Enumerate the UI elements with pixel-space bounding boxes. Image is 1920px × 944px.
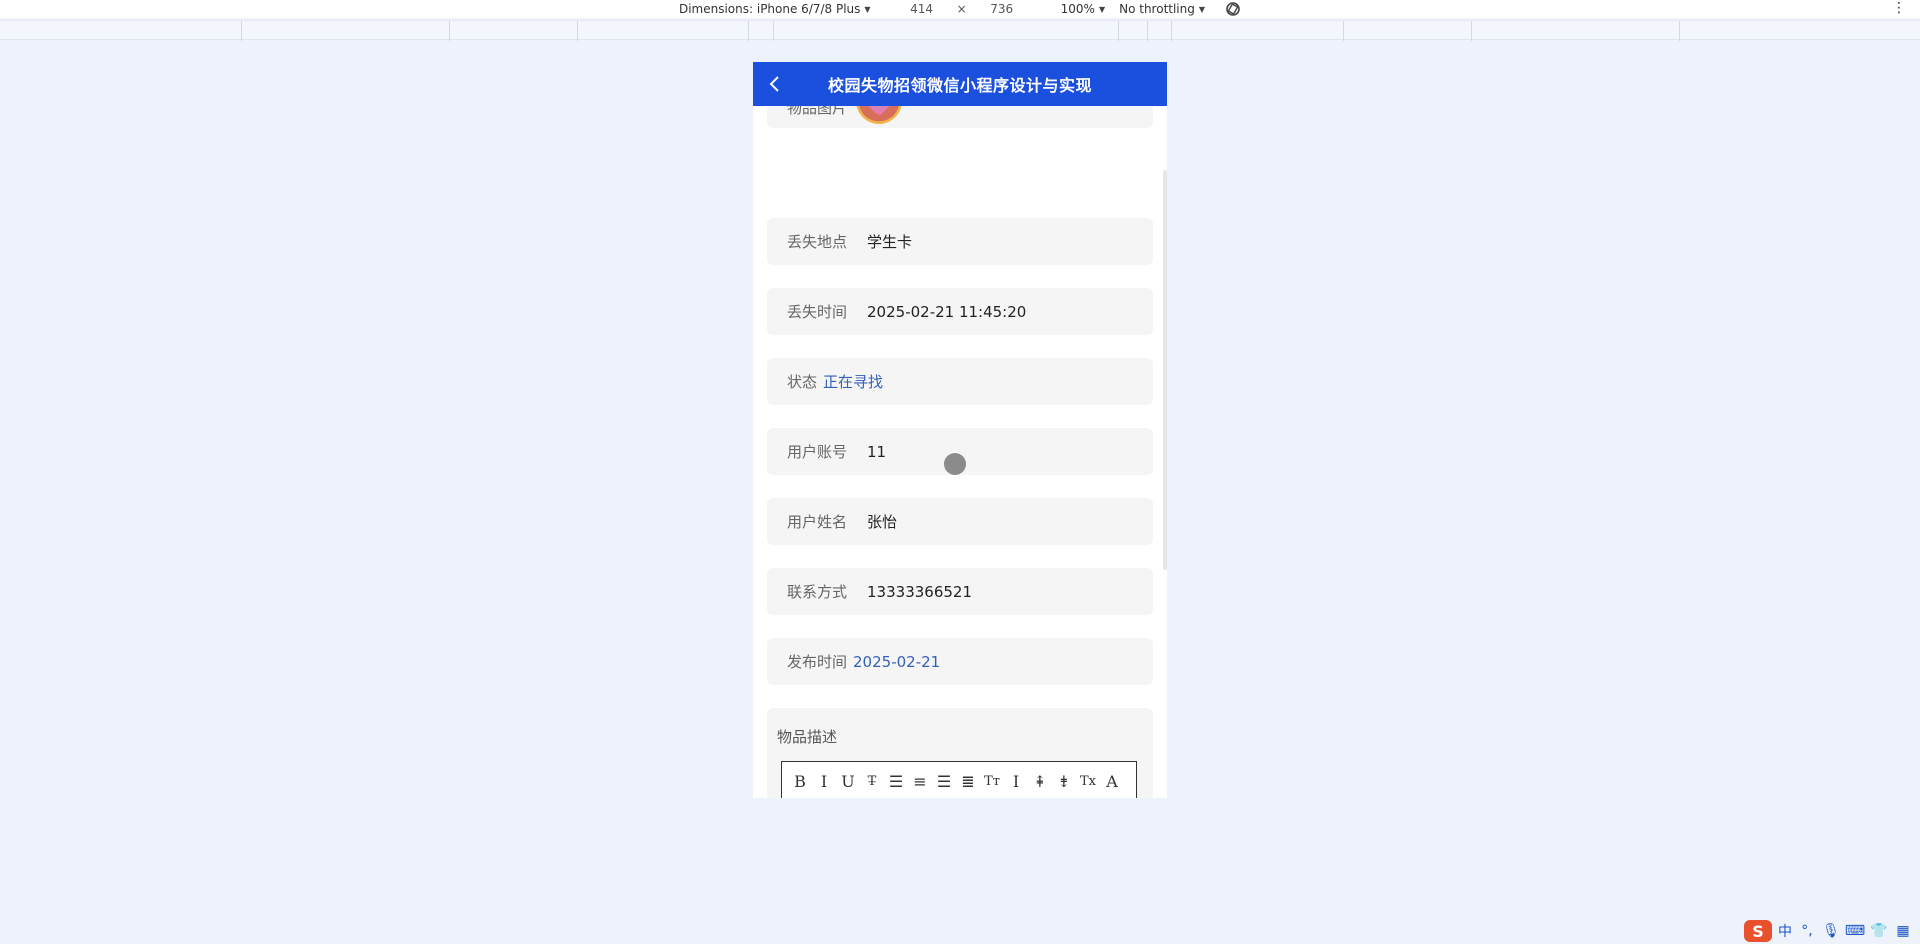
scrollbar[interactable]: [1163, 170, 1167, 570]
redo-icon[interactable]: ↷: [982, 796, 1002, 798]
chevron-down-icon: ▼: [1098, 4, 1106, 14]
item-description-section: 物品描述 BIUT̶☰≡☰≣TтⅠ⇞⇟TxAꚍTA̲A▦▤⋮≡•≡↶↷⇤⇥—▣H…: [767, 708, 1153, 798]
media-query-ruler: [0, 20, 1920, 41]
item-description-label: 物品描述: [777, 728, 838, 746]
ime-language-toggle[interactable]: 中: [1778, 921, 1792, 941]
touch-cursor: [944, 453, 966, 475]
font-color-icon[interactable]: A̲: [814, 796, 834, 798]
background-color-icon[interactable]: A: [838, 796, 858, 798]
align-center-icon[interactable]: ≡: [910, 768, 930, 794]
rotate-icon[interactable]: [1225, 1, 1241, 17]
chevron-down-icon: ▼: [1198, 4, 1206, 14]
editor-toolbar: BIUT̶☰≡☰≣TтⅠ⇞⇟TxAꚍTA̲A▦▤⋮≡•≡↶↷⇤⇥—▣H1A₂A²…: [790, 768, 1128, 798]
microphone-icon[interactable]: 🎙: [1822, 922, 1840, 940]
image-icon[interactable]: ▣: [1078, 796, 1098, 798]
date-icon[interactable]: ▦: [862, 796, 882, 798]
throttling-dropdown[interactable]: No throttling ▼: [1119, 2, 1205, 16]
bold-icon[interactable]: B: [790, 768, 810, 794]
user-account-value: 11: [867, 442, 887, 461]
lost-time-label: 丢失时间: [787, 303, 848, 321]
indent-icon[interactable]: ⇥: [1030, 796, 1050, 798]
zoom-dropdown[interactable]: 100% ▼: [1061, 2, 1105, 16]
chevron-down-icon: ▼: [864, 4, 871, 14]
publish-time-value: 2025-02-21: [853, 652, 941, 671]
item-image-label: 物品图片: [787, 106, 848, 117]
item-image-thumbnail[interactable]: [856, 106, 902, 124]
font-icon[interactable]: A: [1102, 768, 1122, 794]
lost-location-label: 丢失地点: [787, 233, 848, 251]
item-image-row: 物品图片: [767, 106, 1153, 128]
align-left-icon[interactable]: ☰: [886, 768, 906, 794]
lost-location-row: 丢失地点 学生卡: [767, 218, 1153, 265]
width-input[interactable]: 414: [897, 2, 947, 16]
times-symbol: ×: [956, 2, 967, 16]
text-size-icon[interactable]: Tт: [982, 768, 1002, 794]
mobile-viewport: 校园失物招领微信小程序设计与实现 物品图片 丢失地点 学生卡 丢失时间 2025…: [753, 62, 1167, 798]
contact-label: 联系方式: [787, 583, 848, 601]
lost-time-row: 丢失时间 2025-02-21 11:45:20: [767, 288, 1153, 335]
throttling-label: No throttling: [1119, 2, 1195, 16]
keyboard-icon[interactable]: ⌨: [1845, 922, 1865, 940]
undo-icon[interactable]: ↶: [958, 796, 978, 798]
italic-icon[interactable]: I: [814, 768, 834, 794]
outdent-icon[interactable]: ⇤: [1006, 796, 1026, 798]
contact-value: 13333366521: [867, 582, 972, 601]
bullet-list-icon[interactable]: •≡: [934, 796, 954, 798]
more-options-icon[interactable]: ⋮: [1892, 0, 1906, 16]
detail-content[interactable]: 物品图片 丢失地点 学生卡 丢失时间 2025-02-21 11:45:20 状…: [753, 106, 1167, 798]
checklist-icon[interactable]: ▤: [886, 796, 906, 798]
user-name-row: 用户姓名 张怡: [767, 498, 1153, 545]
status-row: 状态 正在寻找: [767, 358, 1153, 405]
dimensions-label: Dimensions: iPhone 6/7/8 Plus: [678, 2, 861, 16]
zoom-label: 100%: [1060, 2, 1095, 16]
user-account-label: 用户账号: [787, 443, 848, 461]
align-right-icon[interactable]: ☰: [934, 768, 954, 794]
height-input[interactable]: 736: [977, 2, 1027, 16]
status-label: 状态: [787, 373, 818, 391]
page-title: 校园失物招领微信小程序设计与实现: [827, 76, 1092, 95]
heading-icon[interactable]: H1: [1102, 796, 1122, 798]
ime-tray: S 中 °, 🎙 ⌨ 👕 ▦: [1744, 918, 1912, 944]
contact-row: 联系方式 13333366521: [767, 568, 1153, 615]
ordered-list-icon[interactable]: ⋮≡: [910, 796, 930, 798]
publish-time-row: 发布时间 2025-02-21: [767, 638, 1153, 685]
spacing-bottom-icon[interactable]: ⇟: [1054, 768, 1074, 794]
rich-text-editor[interactable]: BIUT̶☰≡☰≣TтⅠ⇞⇟TxAꚍTA̲A▦▤⋮≡•≡↶↷⇤⇥—▣H1A₂A²…: [781, 761, 1137, 798]
sogou-logo-icon[interactable]: S: [1744, 920, 1772, 942]
navigation-bar: 校园失物招领微信小程序设计与实现: [753, 62, 1167, 106]
user-name-value: 张怡: [867, 513, 898, 531]
status-value: 正在寻找: [823, 373, 884, 391]
strikethrough-icon[interactable]: T̶: [862, 768, 882, 794]
lost-location-value: 学生卡: [867, 233, 913, 251]
devtools-device-toolbar: Dimensions: iPhone 6/7/8 Plus ▼ 414 × 73…: [0, 0, 1920, 18]
device-dimensions-dropdown[interactable]: Dimensions: iPhone 6/7/8 Plus ▼: [679, 2, 871, 16]
punctuation-icon[interactable]: °,: [1798, 922, 1816, 940]
line-height-icon[interactable]: Ⅰ: [1006, 768, 1026, 794]
toolbox-icon[interactable]: ▦: [1894, 922, 1912, 940]
back-arrow-icon[interactable]: [763, 72, 787, 96]
underline-icon[interactable]: U: [838, 768, 858, 794]
clear-format-icon[interactable]: Tx: [1078, 768, 1098, 794]
publish-time-label: 发布时间: [787, 653, 848, 671]
lost-time-value: 2025-02-21 11:45:20: [867, 302, 1027, 321]
font-size-icon[interactable]: ꚍT: [790, 796, 810, 798]
skin-icon[interactable]: 👕: [1870, 922, 1888, 940]
divider-icon[interactable]: —: [1054, 796, 1074, 798]
spacing-top-icon[interactable]: ⇞: [1030, 768, 1050, 794]
user-name-label: 用户姓名: [787, 513, 848, 531]
align-justify-icon[interactable]: ≣: [958, 768, 978, 794]
